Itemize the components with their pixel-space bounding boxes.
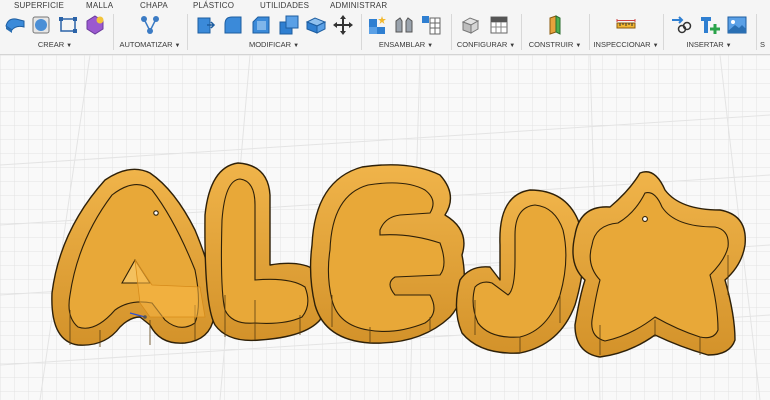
automate-icon[interactable]: [139, 14, 161, 36]
parameters-icon[interactable]: [460, 14, 482, 36]
plane-icon[interactable]: [544, 14, 566, 36]
insert-link-icon[interactable]: [670, 14, 692, 36]
form-icon[interactable]: [84, 14, 106, 36]
combine-icon[interactable]: [305, 14, 327, 36]
sheet-icon[interactable]: [488, 14, 510, 36]
image-icon[interactable]: [726, 14, 748, 36]
press-pull-icon[interactable]: [194, 14, 216, 36]
group-insertar: INSERTAR ▼: [664, 11, 754, 51]
move-icon[interactable]: [332, 14, 354, 36]
group-label-construir[interactable]: CONSTRUIR: [529, 40, 574, 49]
chamfer-icon[interactable]: [250, 14, 272, 36]
group-ensamblar: ENSAMBLAR ▼: [362, 11, 450, 51]
tab-chapa[interactable]: CHAPA: [140, 1, 168, 10]
toolbar: SUPERFICIE MALLA CHAPA PLÁSTICO UTILIDAD…: [0, 0, 770, 55]
new-component-icon[interactable]: [366, 14, 388, 36]
group-label-crear[interactable]: CREAR: [38, 40, 64, 49]
group-construir: CONSTRUIR ▼: [522, 11, 588, 51]
extrude-icon[interactable]: [4, 14, 26, 36]
tab-superficie[interactable]: SUPERFICIE: [14, 1, 64, 10]
tab-administrar[interactable]: ADMINISTRAR: [330, 1, 387, 10]
sphere-icon[interactable]: [30, 14, 52, 36]
table-icon[interactable]: [420, 14, 442, 36]
sketch-icon[interactable]: [57, 14, 79, 36]
group-label-modificar[interactable]: MODIFICAR: [249, 40, 291, 49]
group-crear: CREAR ▼: [0, 11, 110, 51]
fillet-icon[interactable]: [222, 14, 244, 36]
group-inspeccionar: INSPECCIONAR ▼: [590, 11, 662, 51]
measure-icon[interactable]: [615, 14, 637, 36]
tab-malla[interactable]: MALLA: [86, 1, 113, 10]
group-label-inspeccionar[interactable]: INSPECCIONAR: [593, 40, 650, 49]
model-scene[interactable]: [0, 55, 770, 400]
group-seleccionar: S: [760, 11, 770, 51]
group-label-ensamblar[interactable]: ENSAMBLAR: [379, 40, 425, 49]
group-label-seleccionar[interactable]: S: [760, 40, 770, 49]
group-label-automatizar[interactable]: AUTOMATIZAR: [119, 40, 172, 49]
tab-plastico[interactable]: PLÁSTICO: [193, 1, 234, 10]
insert-derive-icon[interactable]: [699, 14, 721, 36]
shell-icon[interactable]: [278, 14, 300, 36]
canvas-viewport[interactable]: [0, 55, 770, 400]
group-label-configurar[interactable]: CONFIGURAR: [457, 40, 507, 49]
group-modificar: MODIFICAR ▼: [188, 11, 360, 51]
joint-icon[interactable]: [393, 14, 415, 36]
group-configurar: CONFIGURAR ▼: [452, 11, 520, 51]
tab-utilidades[interactable]: UTILIDADES: [260, 1, 309, 10]
group-label-insertar[interactable]: INSERTAR: [686, 40, 723, 49]
group-automatizar: AUTOMATIZAR ▼: [114, 11, 186, 51]
